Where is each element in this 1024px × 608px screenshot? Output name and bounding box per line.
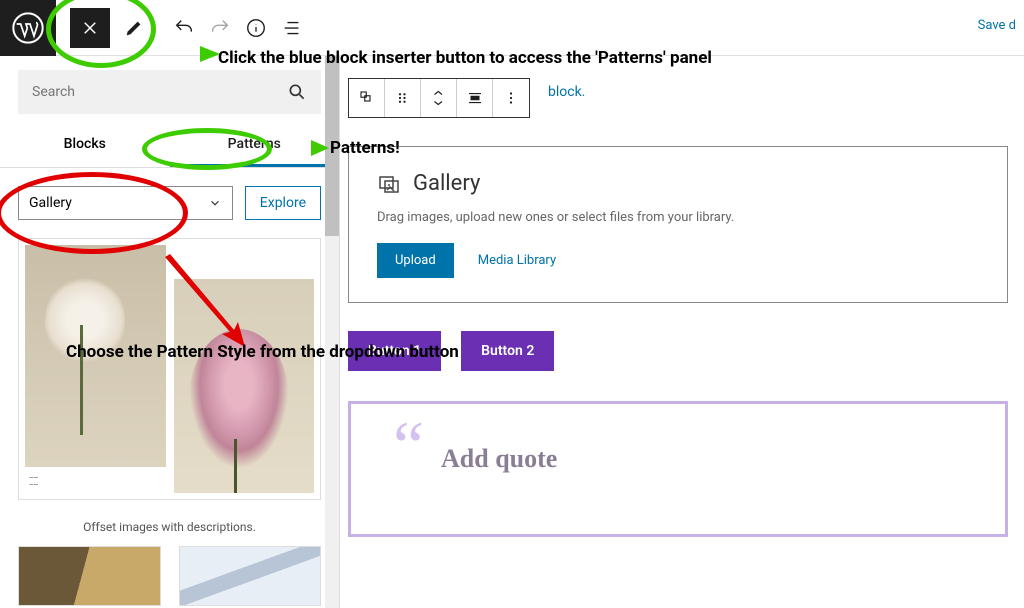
gallery-block[interactable]: Gallery Drag images, upload new ones or … xyxy=(348,146,1008,303)
save-draft-link[interactable]: Save d xyxy=(978,18,1016,33)
editor-canvas: block. Gallery Drag images, upload new o… xyxy=(340,56,1024,608)
chevron-down-icon xyxy=(430,98,448,108)
preview-image xyxy=(25,245,166,467)
buttons-block: Button 1 Button 2 xyxy=(348,331,1024,371)
outline-button[interactable] xyxy=(276,12,308,44)
preview-image xyxy=(174,279,315,493)
toolbar-block-type[interactable] xyxy=(349,79,385,117)
pencil-icon xyxy=(123,17,145,39)
inserter-sidebar: Blocks Patterns Gallery Explore ———— xyxy=(0,56,340,608)
toolbar-drag-handle[interactable] xyxy=(385,79,421,117)
info-button[interactable] xyxy=(240,12,272,44)
pattern-thumbnail[interactable] xyxy=(179,546,322,606)
sidebar-scrollbar[interactable] xyxy=(325,56,339,608)
more-icon xyxy=(502,89,520,107)
list-icon xyxy=(281,17,303,39)
gallery-header: Gallery xyxy=(377,171,979,196)
undo-icon xyxy=(173,17,195,39)
editor-topbar: Save d xyxy=(0,0,1024,56)
toolbar-align[interactable] xyxy=(457,79,493,117)
redo-icon xyxy=(209,17,231,39)
chevron-up-icon xyxy=(430,88,448,98)
toolbar-more[interactable] xyxy=(493,79,529,117)
pattern-preview-card[interactable]: ———— xyxy=(18,238,321,500)
drag-icon xyxy=(394,89,412,107)
align-icon xyxy=(466,89,484,107)
block-icon xyxy=(358,89,376,107)
tab-blocks[interactable]: Blocks xyxy=(0,124,170,167)
chevron-down-icon xyxy=(208,196,222,210)
toolbar-move[interactable] xyxy=(421,79,457,117)
quote-mark-icon: “ xyxy=(393,426,424,468)
close-icon xyxy=(81,19,99,37)
gallery-title: Gallery xyxy=(413,171,480,196)
gallery-icon xyxy=(377,172,401,196)
search-icon xyxy=(287,82,307,102)
undo-button[interactable] xyxy=(168,12,200,44)
inserter-tabs: Blocks Patterns xyxy=(0,124,339,168)
pattern-preview-images: ———— xyxy=(19,239,320,499)
pattern-filter-row: Gallery Explore xyxy=(0,168,339,238)
button-2[interactable]: Button 2 xyxy=(461,331,554,371)
wordpress-icon xyxy=(12,12,44,44)
edit-tool[interactable] xyxy=(118,12,150,44)
preview-caption xyxy=(174,245,315,275)
search-bar xyxy=(18,70,321,114)
gallery-actions: Upload Media Library xyxy=(377,243,979,278)
pattern-thumbnails xyxy=(0,540,339,606)
pattern-label: Offset images with descriptions. xyxy=(0,510,339,540)
redo-button[interactable] xyxy=(204,12,236,44)
quote-placeholder: Add quote xyxy=(441,444,557,473)
dropdown-value: Gallery xyxy=(29,195,72,211)
editor-main: Blocks Patterns Gallery Explore ———— xyxy=(0,56,1024,608)
explore-button[interactable]: Explore xyxy=(245,186,321,220)
block-hint-text: block. xyxy=(548,84,585,100)
quote-block[interactable]: “ Add quote xyxy=(348,401,1008,537)
upload-button[interactable]: Upload xyxy=(377,243,454,278)
wordpress-logo[interactable] xyxy=(0,0,56,56)
gallery-subtitle: Drag images, upload new ones or select f… xyxy=(377,210,979,225)
preview-caption: ———— xyxy=(25,471,166,493)
media-library-link[interactable]: Media Library xyxy=(478,253,556,268)
button-1[interactable]: Button 1 xyxy=(348,331,441,371)
pattern-category-dropdown[interactable]: Gallery xyxy=(18,186,233,220)
close-inserter-button[interactable] xyxy=(70,8,110,48)
tab-patterns[interactable]: Patterns xyxy=(170,124,340,167)
pattern-thumbnail[interactable] xyxy=(18,546,161,606)
info-icon xyxy=(245,17,267,39)
block-toolbar xyxy=(348,78,530,118)
search-input[interactable] xyxy=(32,84,287,100)
